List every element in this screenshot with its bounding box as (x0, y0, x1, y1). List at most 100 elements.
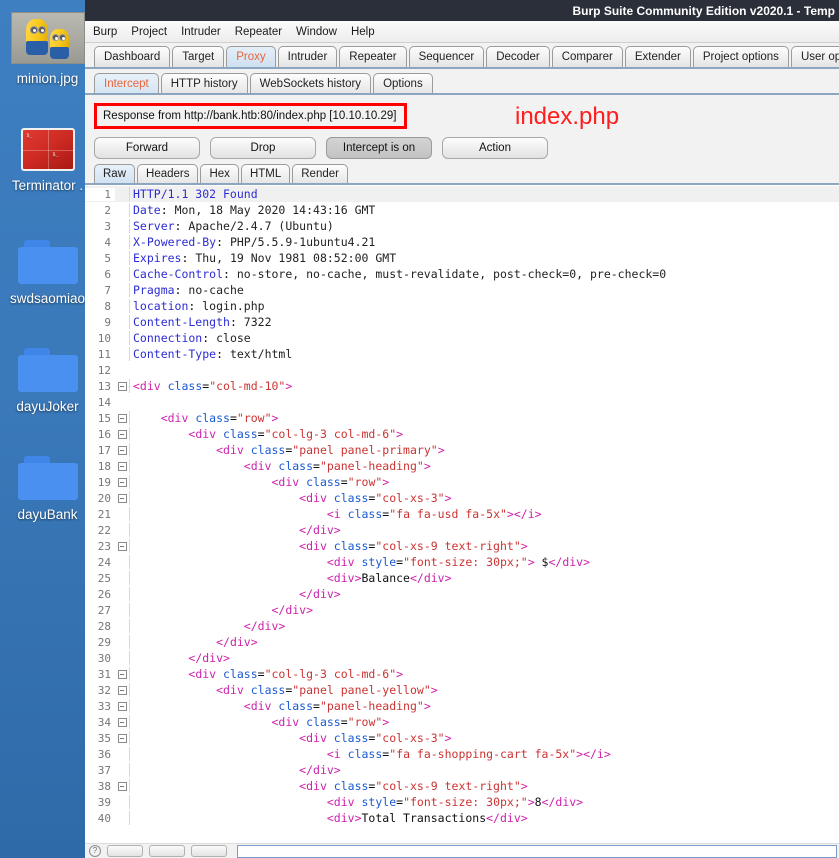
tab-target[interactable]: Target (172, 46, 225, 67)
fold-toggle-icon[interactable]: − (115, 461, 129, 471)
subtab-http-history[interactable]: HTTP history (160, 73, 248, 93)
code-text: <div class="row"> (129, 715, 839, 729)
line-number: 4 (85, 235, 115, 249)
tab-decoder[interactable]: Decoder (486, 46, 550, 67)
code-line: 14 (85, 394, 839, 410)
fold-toggle-icon[interactable]: − (115, 445, 129, 455)
code-text: <div class="col-xs-3"> (129, 731, 839, 745)
fold-toggle-icon[interactable]: − (115, 781, 129, 791)
code-line: 9 Content-Length: 7322 (85, 314, 839, 330)
line-number: 25 (85, 571, 115, 585)
line-number: 8 (85, 299, 115, 313)
desktop-background: minion.jpg $_ $_ Terminator . swdsaomiao … (0, 0, 95, 858)
viewtab-render[interactable]: Render (292, 164, 348, 183)
tab-project-options[interactable]: Project options (692, 46, 789, 67)
menu-item-repeater[interactable]: Repeater (235, 26, 282, 38)
fold-toggle-icon[interactable]: − (115, 669, 129, 679)
bottom-button-3[interactable] (191, 845, 227, 857)
line-number: 34 (85, 715, 115, 729)
code-text: <div style="font-size: 30px;"> $</div> (129, 555, 839, 569)
viewtab-raw[interactable]: Raw (94, 164, 136, 183)
fold-toggle-icon[interactable]: − (115, 685, 129, 695)
intercept-action-buttons: Forward Drop Intercept is on Action (85, 129, 839, 159)
line-number: 18 (85, 459, 115, 473)
tab-dashboard[interactable]: Dashboard (94, 46, 171, 67)
burp-suite-window: Burp Suite Community Edition v2020.1 - T… (85, 0, 839, 858)
line-number: 13 (85, 379, 115, 393)
search-input[interactable] (237, 844, 837, 858)
code-line: 26 </div> (85, 586, 839, 602)
tab-repeater[interactable]: Repeater (339, 46, 407, 67)
desktop-icon-dayubank[interactable]: dayuBank (0, 456, 95, 522)
code-line: 28 </div> (85, 618, 839, 634)
menu-item-window[interactable]: Window (296, 26, 337, 38)
subtab-websockets-history[interactable]: WebSockets history (249, 73, 372, 93)
menu-item-project[interactable]: Project (131, 26, 167, 38)
tab-comparer[interactable]: Comparer (551, 46, 623, 67)
code-line: 6 Cache-Control: no-store, no-cache, must… (85, 266, 839, 282)
desktop-icon-minion[interactable]: minion.jpg (0, 12, 95, 86)
desktop-icon-label: Terminator . (11, 178, 84, 193)
fold-toggle-icon[interactable]: − (115, 701, 129, 711)
desktop-icon-dayujoker[interactable]: dayuJoker (0, 348, 95, 414)
code-text: <div>Total Transactions</div> (129, 811, 839, 825)
intercept-toggle-button[interactable]: Intercept is on (326, 137, 432, 159)
subtab-options[interactable]: Options (373, 73, 433, 93)
fold-toggle-icon[interactable]: − (115, 381, 129, 391)
menu-item-intruder[interactable]: Intruder (181, 26, 221, 38)
code-text: X-Powered-By: PHP/5.5.9-1ubuntu4.21 (129, 235, 839, 249)
tab-proxy[interactable]: Proxy (226, 46, 276, 67)
folder-icon (0, 348, 95, 395)
line-number: 39 (85, 795, 115, 809)
tab-sequencer[interactable]: Sequencer (408, 46, 485, 67)
tab-extender[interactable]: Extender (624, 46, 691, 67)
tab-user-options[interactable]: User options (790, 46, 839, 67)
menu-item-help[interactable]: Help (351, 26, 375, 38)
fold-toggle-icon[interactable]: − (115, 429, 129, 439)
code-line: 13− <div class="col-md-10"> (85, 378, 839, 394)
drop-button[interactable]: Drop (210, 137, 316, 159)
line-number: 24 (85, 555, 115, 569)
line-number: 38 (85, 779, 115, 793)
bottom-button-1[interactable] (107, 845, 143, 857)
code-line: 8 location: login.php (85, 298, 839, 314)
code-text: </div> (129, 763, 839, 777)
fold-toggle-icon[interactable]: − (115, 541, 129, 551)
code-text: <div class="panel-heading"> (129, 459, 839, 473)
fold-toggle-icon[interactable]: − (115, 717, 129, 727)
desktop-icon-label: swdsaomiao (9, 291, 86, 306)
fold-toggle-icon[interactable]: − (115, 493, 129, 503)
line-number: 26 (85, 587, 115, 601)
desktop-icon-terminator[interactable]: $_ $_ Terminator . (0, 128, 95, 193)
code-line: 40 <div>Total Transactions</div> (85, 810, 839, 826)
help-icon[interactable]: ? (89, 845, 101, 857)
fold-toggle-icon[interactable]: − (115, 733, 129, 743)
code-line: 1 HTTP/1.1 302 Found (85, 186, 839, 202)
action-button[interactable]: Action (442, 137, 548, 159)
line-number: 21 (85, 507, 115, 521)
response-url-bar: Response from http://bank.htb:80/index.p… (94, 103, 408, 129)
viewtab-headers[interactable]: Headers (137, 164, 199, 183)
line-number: 10 (85, 331, 115, 345)
fold-toggle-icon[interactable]: − (115, 477, 129, 487)
code-line: 37 </div> (85, 762, 839, 778)
code-line: 15− <div class="row"> (85, 410, 839, 426)
response-raw-editor[interactable]: 1 HTTP/1.1 302 Found 2 Date: Mon, 18 May 20… (85, 185, 839, 843)
code-line: 24 <div style="font-size: 30px;"> $</div… (85, 554, 839, 570)
subtab-intercept[interactable]: Intercept (94, 73, 159, 93)
forward-button[interactable]: Forward (94, 137, 200, 159)
code-text: Content-Length: 7322 (129, 315, 839, 329)
viewtab-html[interactable]: HTML (240, 164, 291, 183)
tab-intruder[interactable]: Intruder (277, 46, 338, 67)
desktop-icon-swdsaomiao[interactable]: swdsaomiao (0, 240, 95, 306)
viewtab-hex[interactable]: Hex (200, 164, 239, 183)
code-line: 4 X-Powered-By: PHP/5.5.9-1ubuntu4.21 (85, 234, 839, 250)
editor-bottom-bar: ? (85, 843, 839, 858)
code-text: Pragma: no-cache (129, 283, 839, 297)
code-text: HTTP/1.1 302 Found (129, 187, 839, 201)
menu-item-burp[interactable]: Burp (93, 26, 117, 38)
line-number: 14 (85, 395, 115, 409)
code-text: <div class="row"> (129, 411, 839, 425)
fold-toggle-icon[interactable]: − (115, 413, 129, 423)
bottom-button-2[interactable] (149, 845, 185, 857)
